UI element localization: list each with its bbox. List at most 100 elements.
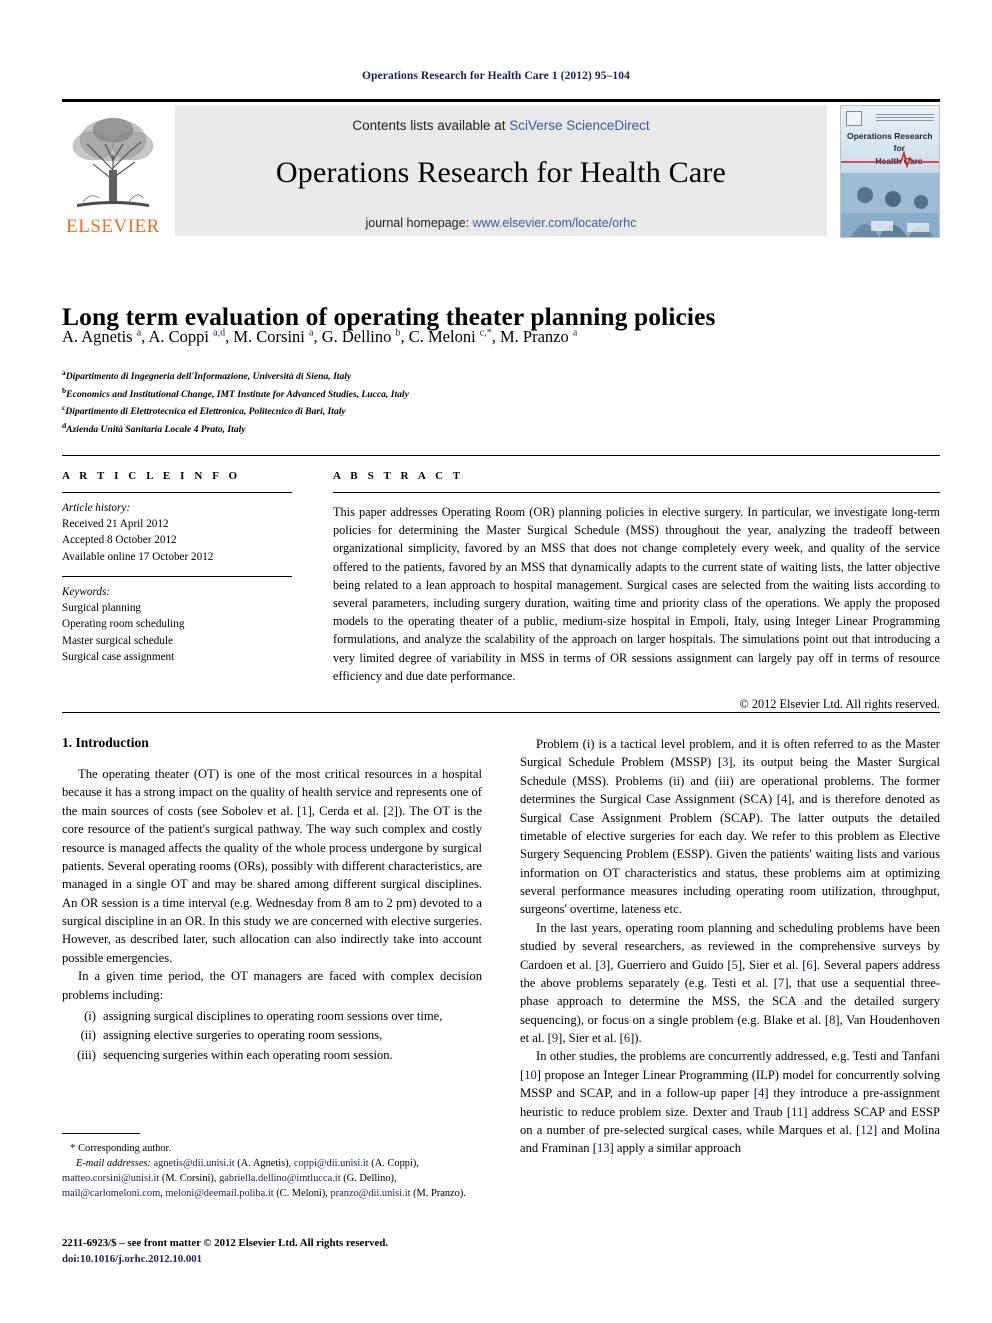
citation-ref[interactable]: 9	[552, 1031, 558, 1045]
affiliation-list: aDipartimento di Ingegneria dell'Informa…	[62, 367, 762, 438]
keyword-item: Operating room scheduling	[62, 618, 185, 631]
contents-prefix: Contents lists available at	[352, 118, 510, 133]
citation-ref[interactable]: 8	[829, 1013, 835, 1027]
homepage-prefix: journal homepage:	[365, 216, 473, 230]
contents-available-line: Contents lists available at SciVerse Sci…	[175, 105, 827, 133]
elsevier-logo: ELSEVIER	[62, 105, 164, 236]
journal-title: Operations Research for Health Care	[275, 156, 727, 189]
running-head: Operations Research for Health Care 1 (2…	[362, 70, 630, 82]
cover-people-photo	[841, 173, 939, 237]
email-addresses-line: E-mail addresses: agnetis@dii.unisi.it (…	[62, 1157, 482, 1202]
body-paragraph: In a given time period, the OT managers …	[62, 969, 482, 1002]
journal-homepage-link[interactable]: www.elsevier.com/locate/orhc	[473, 216, 637, 230]
list-item: (ii) assigning elective surgeries to oper…	[62, 1026, 482, 1044]
citation-ref[interactable]: 5	[732, 958, 738, 972]
footnote-block: * Corresponding author. E-mail addresses…	[62, 1141, 482, 1202]
elsevier-tree-icon	[72, 117, 154, 207]
affiliation-item: bEconomics and Institutional Change, IMT…	[62, 385, 762, 403]
citation-ref[interactable]: 2	[387, 804, 393, 818]
article-history-item: Available online 17 October 2012	[62, 550, 214, 563]
doi-line: doi:10.1016/j.orhc.2012.10.001	[62, 1253, 203, 1266]
abstract-heading: A B S T R A C T	[333, 470, 464, 482]
issn-copyright-line: 2211-6923/$ – see front matter © 2012 El…	[62, 1237, 389, 1249]
email-link[interactable]: gabriella.dellino@imtlucca.it	[219, 1173, 341, 1184]
citation-ref[interactable]: 13	[597, 1141, 610, 1155]
citation-ref[interactable]: 1	[301, 804, 307, 818]
cover-header-rules	[876, 114, 934, 121]
email-link[interactable]: pranzo@dii.unisi.it	[330, 1188, 410, 1199]
footnote-separator-rule	[62, 1133, 140, 1134]
cover-title-line1: Operations Research	[847, 131, 933, 141]
abstract-text: This paper addresses Operating Room (OR)…	[333, 505, 940, 683]
body-paragraph: Problem (i) is a tactical level problem,…	[520, 737, 941, 917]
email-link[interactable]: mail@carlomeloni.com	[62, 1188, 160, 1199]
ecg-pulse-icon	[841, 150, 939, 168]
citation-ref[interactable]: 3	[722, 755, 728, 769]
citation-ref[interactable]: 3	[600, 958, 606, 972]
citation-ref[interactable]: 11	[791, 1105, 803, 1119]
citation-ref[interactable]: 4	[781, 792, 787, 806]
email-link[interactable]: matteo.corsini@unisi.it	[62, 1173, 159, 1184]
keywords-label: Keywords:	[62, 585, 111, 598]
abstract-column: A B S T R A C T This paper addresses Ope…	[333, 470, 940, 712]
article-history-label: Article history:	[62, 502, 131, 514]
elsevier-wordmark: ELSEVIER	[66, 216, 160, 237]
affiliation-item: aDipartimento di Ingegneria dell'Informa…	[62, 367, 762, 385]
article-info-rule	[62, 492, 292, 493]
affiliation-item: dAzienda Unità Sanitaria Locale 4 Prato,…	[62, 420, 762, 438]
citation-ref[interactable]: 4	[758, 1086, 764, 1100]
journal-masthead: ELSEVIER Contents lists available at Sci…	[62, 99, 940, 240]
section-heading-introduction: 1. Introduction	[62, 735, 149, 750]
body-right-column: Problem (i) is a tactical level problem,…	[520, 735, 940, 1158]
masthead-center-band: Contents lists available at SciVerse Sci…	[175, 105, 827, 236]
list-item-number: (i)	[84, 1008, 96, 1023]
keywords-block: Keywords: Surgical planning Operating ro…	[62, 584, 292, 665]
list-item-number: (iii)	[77, 1047, 96, 1062]
body-paragraph: The operating theater (OT) is one of the…	[62, 767, 482, 965]
article-info-heading: A R T I C L E I N F O	[62, 470, 241, 482]
citation-ref[interactable]: 12	[860, 1123, 873, 1137]
asterisk-marker: *	[70, 1142, 76, 1154]
abstract-copyright: © 2012 Elsevier Ltd. All rights reserved…	[739, 697, 940, 712]
imprint-block: 2211-6923/$ – see front matter © 2012 El…	[62, 1235, 562, 1267]
body-paragraph: In other studies, the problems are concu…	[520, 1049, 940, 1156]
list-item-text: sequencing surgeries within each operati…	[103, 1047, 393, 1062]
body-left-column: 1. Introduction The operating theater (O…	[62, 735, 482, 1064]
affiliation-item: cDipartimento di Elettrotecnica ed Elett…	[62, 402, 762, 420]
affiliation-text: Dipartimento di Elettrotecnica ed Elettr…	[65, 406, 346, 418]
keywords-separator-rule	[62, 575, 292, 577]
article-info-column: A R T I C L E I N F O Article history: R…	[62, 470, 292, 665]
decision-problem-list: (i) assigning surgical disciplines to ope…	[62, 1007, 482, 1064]
affiliation-text: Economics and Institutional Change, IMT …	[66, 388, 409, 400]
email-link[interactable]: meloni@deemail.poliba.it	[165, 1188, 273, 1199]
article-history-block: Article history: Received 21 April 2012 …	[62, 500, 292, 565]
paper-page: Operations Research for Health Care 1 (2…	[0, 0, 992, 1323]
keyword-item: Master surgical schedule	[62, 634, 174, 647]
article-history-item: Received 21 April 2012	[62, 518, 169, 531]
list-item-text: assigning elective surgeries to operatin…	[103, 1028, 383, 1043]
article-history-item: Accepted 8 October 2012	[62, 534, 177, 547]
list-item-number: (ii)	[80, 1028, 96, 1043]
corresponding-author-text: Corresponding author.	[78, 1143, 172, 1154]
affiliation-text: Dipartimento di Ingegneria dell'Informaz…	[65, 371, 352, 383]
author-list: A. Agnetis a, A. Coppi a,d, M. Corsini a…	[62, 327, 578, 346]
keyword-item: Surgical planning	[62, 602, 142, 615]
citation-ref[interactable]: 10	[524, 1068, 537, 1082]
journal-homepage-line: journal homepage: www.elsevier.com/locat…	[175, 216, 827, 230]
email-link[interactable]: coppi@dii.unisi.it	[294, 1158, 369, 1169]
info-band-top-rule	[62, 455, 940, 456]
citation-ref[interactable]: 7	[778, 976, 784, 990]
list-item: (i) assigning surgical disciplines to ope…	[62, 1007, 482, 1025]
corresponding-author-note: * Corresponding author.	[62, 1141, 482, 1157]
list-item-text: assigning surgical disciplines to operat…	[103, 1008, 443, 1023]
citation-ref[interactable]: 6	[806, 958, 812, 972]
list-item: (iii) sequencing surgeries within each op…	[62, 1046, 482, 1064]
sciencedirect-link[interactable]: SciVerse ScienceDirect	[509, 118, 649, 133]
journal-cover-thumbnail: Operations Research for Health Care	[840, 105, 940, 238]
email-addresses-label: E-mail addresses:	[76, 1157, 151, 1169]
cover-elsevier-mini-icon	[846, 111, 862, 126]
email-link[interactable]: agnetis@dii.unisi.it	[154, 1158, 235, 1169]
citation-ref[interactable]: 6	[624, 1031, 630, 1045]
keyword-item: Surgical case assignment	[62, 650, 175, 663]
affiliation-text: Azienda Unità Sanitaria Locale 4 Prato, …	[66, 424, 246, 436]
